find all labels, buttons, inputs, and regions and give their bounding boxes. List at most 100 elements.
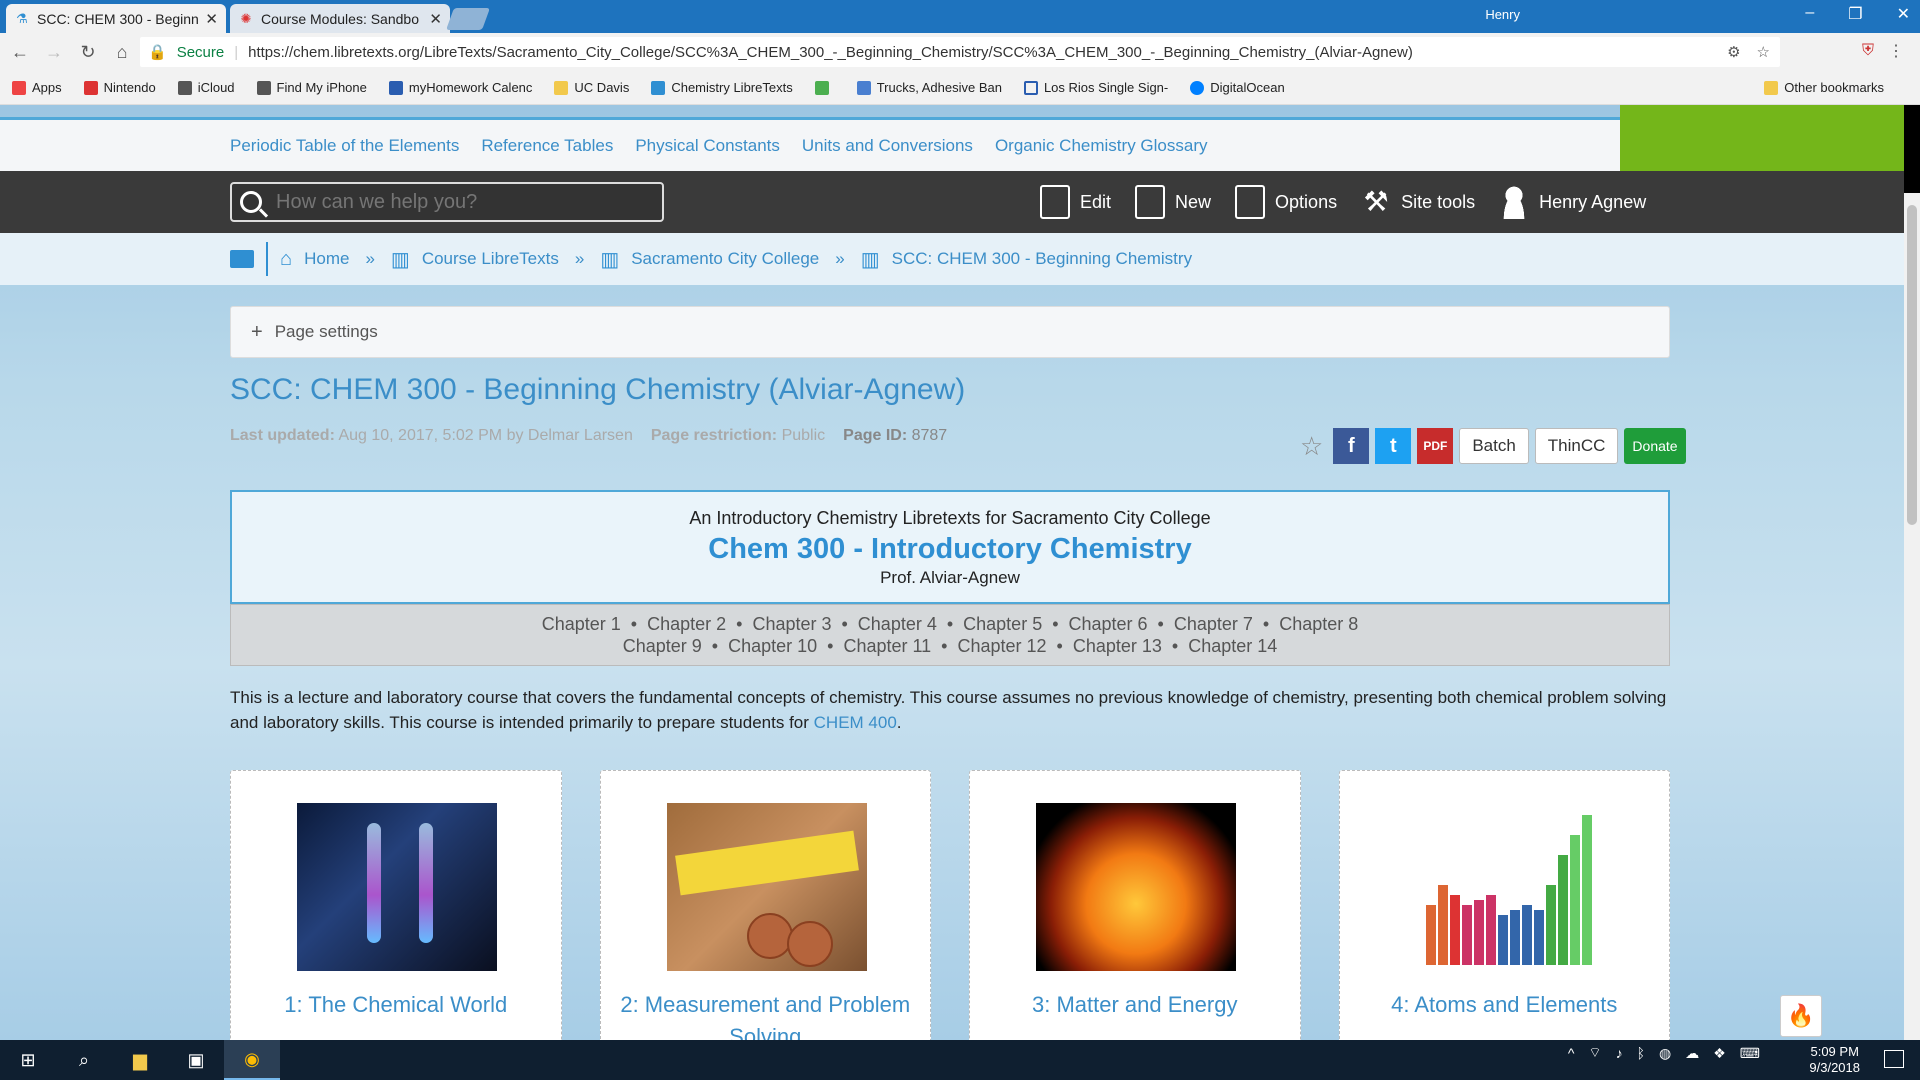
link-periodic-table[interactable]: Periodic Table of the Elements xyxy=(230,136,459,156)
breadcrumb-course-libretexts[interactable]: ▥ Course LibreTexts » xyxy=(391,247,584,272)
minimize-icon[interactable]: – xyxy=(1805,4,1814,24)
bookmark-uc-davis[interactable]: UC Davis xyxy=(554,80,629,95)
banner-title[interactable]: Chem 300 - Introductory Chemistry xyxy=(232,533,1668,566)
bookmark-star-icon[interactable]: ☆ xyxy=(1757,43,1770,61)
bookmark-apps[interactable]: Apps xyxy=(12,80,62,95)
discord-icon[interactable]: ◍ xyxy=(1659,1045,1671,1062)
windows-start-icon[interactable]: ⊞ xyxy=(0,1040,56,1080)
clock-date: 9/3/2018 xyxy=(1809,1060,1860,1075)
scrollbar-thumb[interactable] xyxy=(1907,205,1917,525)
breadcrumb-home[interactable]: ⌂ Home » xyxy=(280,248,375,271)
bookmark-find-my-iphone[interactable]: Find My iPhone xyxy=(256,80,367,95)
browser-profile-name[interactable]: Henry xyxy=(1485,7,1520,22)
bookmark-label: Trucks, Adhesive Ban xyxy=(876,80,1002,95)
card-label[interactable]: 3: Matter and Energy xyxy=(970,989,1300,1021)
page-scrollbar[interactable] xyxy=(1904,105,1920,1040)
breadcrumb-chem-300[interactable]: ▥ SCC: CHEM 300 - Beginning Chemistry xyxy=(861,247,1192,272)
periodic-bar xyxy=(1497,915,1508,965)
breadcrumb-sacramento[interactable]: ▥ Sacramento City College » xyxy=(600,247,844,272)
link-organic-glossary[interactable]: Organic Chemistry Glossary xyxy=(995,136,1208,156)
coin xyxy=(746,913,793,959)
tab-scc-chem-300[interactable]: ⚗ SCC: CHEM 300 - Beginni ✕ xyxy=(6,4,226,33)
card-label[interactable]: 4: Atoms and Elements xyxy=(1340,989,1670,1021)
bluetooth-icon[interactable]: ᛒ xyxy=(1637,1045,1645,1061)
nav-new[interactable]: New xyxy=(1135,185,1211,219)
site-search[interactable] xyxy=(230,182,664,222)
chapters-row-2[interactable]: Chapter 9 • Chapter 10 • Chapter 11 • Ch… xyxy=(231,635,1669,657)
translate-icon[interactable]: ⚙ xyxy=(1727,43,1740,61)
page-settings-toggle[interactable]: + Page settings xyxy=(230,306,1670,358)
chapter-card[interactable]: 2: Measurement and Problem Solving xyxy=(599,770,931,1040)
bookmark-drive[interactable] xyxy=(814,80,835,95)
folder-icon[interactable] xyxy=(230,250,254,268)
cloud-icon[interactable]: ☁ xyxy=(1685,1045,1699,1062)
bookmark-icloud[interactable]: iCloud xyxy=(177,80,235,95)
chapter-card[interactable]: 4: Atoms and Elements xyxy=(1338,770,1670,1040)
link-reference-tables[interactable]: Reference Tables xyxy=(481,136,613,156)
tube-1 xyxy=(367,823,381,943)
bookmark-label: Other bookmarks xyxy=(1784,80,1884,95)
url-text[interactable]: https://chem.libretexts.org/LibreTexts/S… xyxy=(248,44,1413,61)
dropbox-icon[interactable]: ❖ xyxy=(1713,1045,1726,1062)
drive-icon xyxy=(814,80,829,95)
nav-edit[interactable]: Edit xyxy=(1040,185,1111,219)
nav-options[interactable]: Options xyxy=(1235,185,1337,219)
close-tab-icon[interactable]: ✕ xyxy=(205,10,218,28)
new-tab-button[interactable] xyxy=(445,8,491,30)
favorite-star-icon[interactable]: ☆ xyxy=(1300,431,1323,462)
menu-icon[interactable]: ⋮ xyxy=(1888,41,1904,61)
donate-button[interactable]: Donate xyxy=(1624,428,1686,464)
file-explorer-icon[interactable]: ▆ xyxy=(112,1040,168,1080)
page-actions: ☆ f t PDF Batch ThinCC Donate xyxy=(1300,428,1686,464)
card-label[interactable]: 1: The Chemical World xyxy=(231,989,561,1021)
address-bar[interactable]: 🔒 Secure | https://chem.libretexts.org/L… xyxy=(140,37,1780,67)
batch-button[interactable]: Batch xyxy=(1459,428,1529,464)
last-updated: Last updated: Aug 10, 2017, 5:02 PM by D… xyxy=(230,427,633,445)
bookmark-other[interactable]: Other bookmarks xyxy=(1764,80,1884,95)
home-icon: ⌂ xyxy=(280,247,293,270)
card-label[interactable]: 2: Measurement and Problem Solving xyxy=(601,989,931,1040)
nav-site-tools[interactable]: ⚒ Site tools xyxy=(1361,185,1476,219)
forward-icon[interactable]: → xyxy=(40,42,68,63)
facebook-share-button[interactable]: f xyxy=(1333,428,1370,464)
nav-label: Edit xyxy=(1080,191,1112,212)
meta-value: Public xyxy=(781,427,826,444)
chapters-row-1[interactable]: Chapter 1 • Chapter 2 • Chapter 3 • Chap… xyxy=(231,613,1669,635)
extension-icon[interactable]: ⛨ xyxy=(1862,42,1874,60)
close-window-icon[interactable]: ✕ xyxy=(1897,4,1910,24)
chapter-card[interactable]: 1: The Chemical World xyxy=(230,770,562,1040)
nav-user[interactable]: Henry Agnew xyxy=(1499,185,1646,219)
periodic-bar xyxy=(1473,900,1484,965)
thincc-button[interactable]: ThinCC xyxy=(1534,428,1619,464)
app-icon[interactable]: ▣ xyxy=(168,1040,224,1080)
hot-topics-icon[interactable]: 🔥 xyxy=(1780,995,1822,1037)
close-tab-icon[interactable]: ✕ xyxy=(429,10,442,28)
tab-course-modules[interactable]: ✺ Course Modules: Sandbo ✕ xyxy=(230,4,450,33)
bookmark-chemistry-libretexts[interactable]: Chemistry LibreTexts xyxy=(651,80,793,95)
back-icon[interactable]: ← xyxy=(6,42,34,63)
meta-label: Last updated: xyxy=(230,427,335,444)
notifications-icon[interactable] xyxy=(1884,1050,1904,1068)
pdf-button[interactable]: PDF xyxy=(1417,428,1454,464)
bookmark-trucks[interactable]: Trucks, Adhesive Ban xyxy=(856,80,1002,95)
twitter-share-button[interactable]: t xyxy=(1375,428,1412,464)
link-units-conversions[interactable]: Units and Conversions xyxy=(802,136,973,156)
bookmark-nintendo[interactable]: Nintendo xyxy=(83,80,156,95)
keyboard-icon[interactable]: ⌨ xyxy=(1740,1045,1760,1062)
restore-icon[interactable]: ❐ xyxy=(1848,4,1862,24)
chevron-up-icon[interactable]: ^ xyxy=(1568,1045,1575,1061)
bookmark-myhomework[interactable]: myHomework Calenc xyxy=(388,80,532,95)
chapter-card[interactable]: 3: Matter and Energy xyxy=(969,770,1301,1040)
chrome-icon[interactable]: ◉ xyxy=(224,1040,280,1080)
network-icon[interactable]: ⌔ xyxy=(1588,1044,1601,1062)
chem-400-link[interactable]: CHEM 400 xyxy=(814,713,897,732)
volume-icon[interactable]: ♪ xyxy=(1616,1045,1623,1061)
reload-icon[interactable]: ↻ xyxy=(74,42,102,63)
clock[interactable]: 5:09 PM 9/3/2018 xyxy=(1809,1044,1860,1076)
search-icon[interactable]: ⌕ xyxy=(56,1040,112,1080)
bookmark-digitalocean[interactable]: DigitalOcean xyxy=(1190,80,1285,95)
search-input[interactable] xyxy=(276,190,656,214)
home-icon[interactable]: ⌂ xyxy=(108,42,136,63)
link-physical-constants[interactable]: Physical Constants xyxy=(635,136,780,156)
bookmark-los-rios[interactable]: Los Rios Single Sign- xyxy=(1023,80,1168,95)
